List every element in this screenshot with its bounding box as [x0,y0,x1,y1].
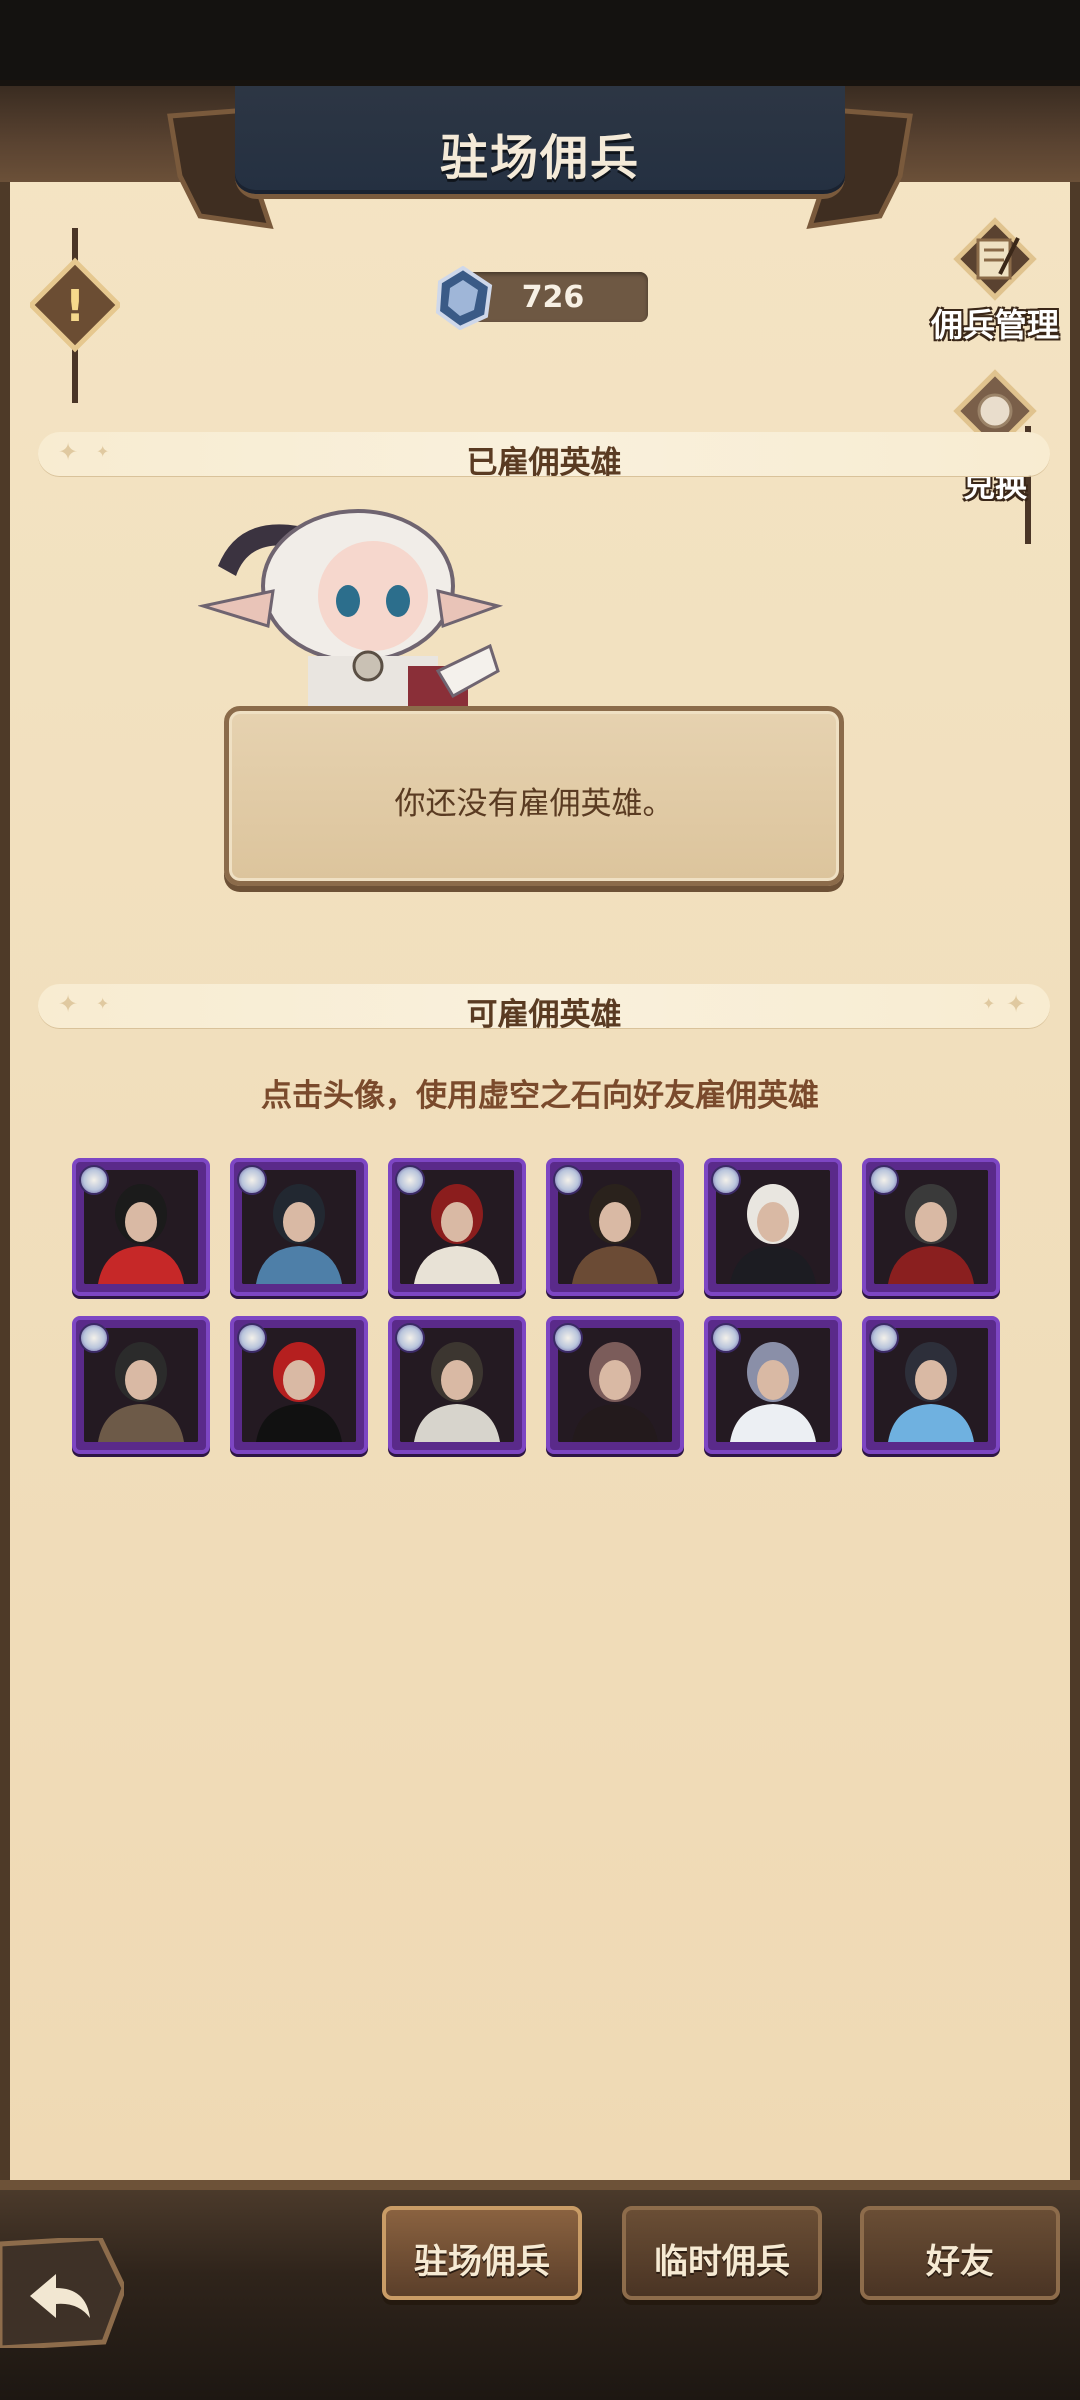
faction-badge-icon [553,1165,583,1195]
faction-badge-icon [869,1165,899,1195]
faction-badge-icon [237,1323,267,1353]
hero-card[interactable] [862,1158,1000,1296]
currency-value: 726 [521,280,585,315]
hero-card[interactable] [862,1316,1000,1454]
no-hired-heroes-message: 你还没有雇佣英雄。 [394,786,674,822]
available-heroes-title: 可雇佣英雄 [466,997,622,1033]
hired-heroes-title: 已雇佣英雄 [466,445,622,481]
hero-card[interactable] [230,1158,368,1296]
page-title: 驻场佣兵 [439,130,640,186]
parchment-panel [0,86,1080,2190]
faction-badge-icon [237,1165,267,1195]
hero-card[interactable] [704,1158,842,1296]
hero-card[interactable] [388,1316,526,1454]
quill-scroll-icon [953,217,1037,301]
tab-temporary-mercenaries-label: 临时佣兵 [654,2242,790,2282]
faction-badge-icon [395,1165,425,1195]
faction-badge-icon [79,1323,109,1353]
tab-friends-label: 好友 [926,2242,994,2282]
mascot-sheep-girl [198,509,504,716]
tab-resident-mercenaries[interactable]: 驻场佣兵 [382,2206,582,2300]
svg-text:!: ! [65,281,85,332]
hero-card[interactable] [546,1316,684,1454]
faction-badge-icon [869,1323,899,1353]
faction-badge-icon [79,1165,109,1195]
available-heroes-header: ✦ ✦ ✦ ✦ 可雇佣英雄 [38,984,1050,1033]
status-bar [0,0,1080,80]
hero-card[interactable] [388,1158,526,1296]
hero-card[interactable] [72,1158,210,1296]
hero-card[interactable] [546,1158,684,1296]
mercenary-management-button[interactable]: 佣兵管理 [920,214,1070,344]
faction-badge-icon [395,1323,425,1353]
hired-heroes-header: ✦ ✦ 已雇佣英雄 [38,432,1050,481]
tab-resident-mercenaries-label: 驻场佣兵 [414,2242,550,2282]
tab-temporary-mercenaries[interactable]: 临时佣兵 [622,2206,822,2300]
tab-friends[interactable]: 好友 [860,2206,1060,2300]
faction-badge-icon [711,1165,741,1195]
faction-badge-icon [553,1323,583,1353]
hero-card[interactable] [704,1316,842,1454]
hero-card[interactable] [72,1316,210,1454]
faction-badge-icon [711,1323,741,1353]
mercenary-management-label: 佣兵管理 [930,306,1059,344]
back-button[interactable] [0,2238,124,2348]
warning-icon[interactable]: ! [30,228,120,408]
hire-hint-text: 点击头像，使用虚空之石向好友雇佣英雄 [261,1078,819,1114]
hero-card[interactable] [230,1316,368,1454]
